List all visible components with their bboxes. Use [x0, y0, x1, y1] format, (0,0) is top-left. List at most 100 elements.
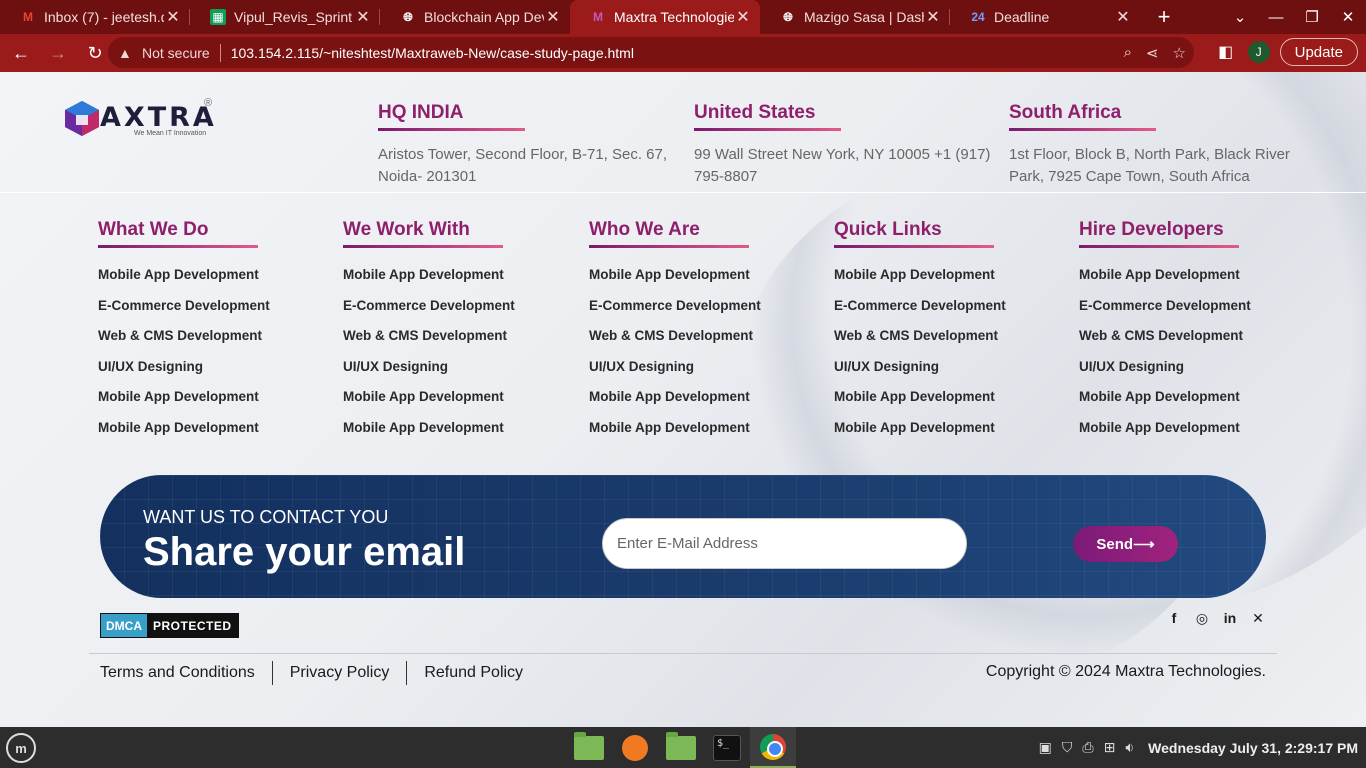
back-icon[interactable]: ← [5, 37, 37, 69]
mint-menu-icon[interactable]: m [6, 733, 36, 763]
reload-icon[interactable]: ↻ [79, 37, 111, 69]
tab-search-icon[interactable]: ⌄ [1222, 8, 1258, 26]
footer-link[interactable]: Mobile App Development [589, 418, 829, 449]
footer-link[interactable]: Mobile App Development [1079, 387, 1319, 418]
taskbar-firefox-app[interactable] [612, 727, 658, 768]
office-hq-india: HQ INDIA Aristos Tower, Second Floor, B-… [378, 102, 678, 188]
tab-gmail[interactable]: M Inbox (7) - jeetesh.qa ✕ [0, 0, 190, 34]
office-united-states: United States 99 Wall Street New York, N… [694, 102, 994, 188]
forward-icon[interactable]: → [42, 37, 74, 69]
tab-title: Maxtra Technologies [614, 9, 734, 25]
taskbar-files-app[interactable] [566, 727, 612, 768]
footer-link[interactable]: Mobile App Development [1079, 418, 1319, 449]
send-button[interactable]: Send⟶ [1073, 526, 1178, 562]
logo-cube-icon [65, 101, 99, 136]
footer-link[interactable]: Mobile App Development [589, 387, 829, 418]
footer-link[interactable]: E-Commerce Development [1079, 296, 1319, 327]
instagram-icon[interactable]: ◎ [1194, 609, 1210, 627]
maxtra-logo[interactable]: AXTRA ® We Mean IT Innovation [62, 97, 222, 139]
side-panel-icon[interactable]: ◧ [1214, 40, 1238, 64]
footer-link[interactable]: E-Commerce Development [589, 296, 829, 327]
tab-maxtra[interactable]: M Maxtra Technologies ✕ [570, 0, 760, 34]
tab-title: Mazigo Sasa | Dashbo [804, 9, 924, 25]
web-page: AXTRA ® We Mean IT Innovation HQ INDIA A… [0, 72, 1366, 727]
privacy-link[interactable]: Privacy Policy [290, 664, 390, 682]
close-icon[interactable]: ✕ [924, 7, 942, 27]
email-input[interactable] [602, 518, 967, 569]
maximize-icon[interactable]: ❐ [1294, 8, 1330, 26]
url-text[interactable]: 103.154.2.115/~niteshtest/Maxtraweb-New/… [231, 45, 634, 61]
footer-link[interactable]: Mobile App Development [834, 265, 1074, 296]
close-icon[interactable]: ✕ [544, 7, 562, 27]
new-tab-button[interactable]: + [1148, 0, 1180, 34]
tab-deadline[interactable]: 24 Deadline ✕ [950, 0, 1140, 34]
dmca-badge[interactable]: DMCA PROTECTED [100, 613, 239, 638]
footer-link[interactable]: Mobile App Development [343, 265, 583, 296]
x-icon[interactable]: ✕ [1250, 609, 1266, 627]
footer-link[interactable]: Mobile App Development [834, 418, 1074, 449]
title-underline [1009, 128, 1156, 131]
footer-link[interactable]: E-Commerce Development [98, 296, 338, 327]
footer-link[interactable]: UI/UX Designing [1079, 357, 1319, 388]
clock[interactable]: Wednesday July 31, 2:29:17 PM [1148, 740, 1358, 756]
footer-link[interactable]: E-Commerce Development [343, 296, 583, 327]
bookmark-star-icon[interactable]: ☆ [1173, 44, 1186, 62]
footer-link[interactable]: Mobile App Development [98, 387, 338, 418]
taskbar-apps: $_ [566, 727, 796, 768]
volume-icon[interactable]: 🔉︎ [1125, 739, 1134, 756]
browser-tab-strip: M Inbox (7) - jeetesh.qa ✕ ▦ Vipul_Revis… [0, 0, 1366, 34]
copyright-text: Copyright © 2024 Maxtra Technologies. [985, 663, 1266, 680]
social-links: f ◎ in ✕ [1166, 609, 1266, 627]
footer-link[interactable]: Web & CMS Development [1079, 326, 1319, 357]
footer-link[interactable]: Web & CMS Development [589, 326, 829, 357]
terms-link[interactable]: Terms and Conditions [100, 664, 255, 682]
printer-icon[interactable]: ⎙ [1082, 739, 1093, 756]
footer-link[interactable]: Mobile App Development [589, 265, 829, 296]
taskbar-files-app-2[interactable] [658, 727, 704, 768]
zoom-search-icon[interactable]: ⌕ [1124, 44, 1132, 62]
omnibox[interactable]: ▲ Not secure 103.154.2.115/~niteshtest/M… [108, 37, 1194, 68]
tab-sheets[interactable]: ▦ Vipul_Revis_Sprint Pl ✕ [190, 0, 380, 34]
footer-link[interactable]: Web & CMS Development [343, 326, 583, 357]
office-address: 99 Wall Street New York, NY 10005 +1 (91… [694, 146, 991, 185]
tab-title: Vipul_Revis_Sprint Pl [234, 9, 354, 25]
footer-link[interactable]: Mobile App Development [98, 265, 338, 296]
footer-link[interactable]: Web & CMS Development [98, 326, 338, 357]
title-underline [378, 128, 525, 131]
clipboard-icon[interactable]: ▣ [1039, 739, 1052, 756]
update-button[interactable]: Update [1279, 38, 1358, 66]
refund-link[interactable]: Refund Policy [424, 664, 523, 682]
tab-blockchain[interactable]: 🌐︎ Blockchain App Devel ✕ [380, 0, 570, 34]
registered-mark: ® [204, 97, 213, 109]
column-title: We Work With [343, 219, 470, 240]
footer-link[interactable]: Mobile App Development [1079, 265, 1319, 296]
network-icon[interactable]: ⊞ [1104, 739, 1116, 756]
footer-link[interactable]: Mobile App Development [343, 418, 583, 449]
dmca-badge-left: DMCA [101, 614, 147, 637]
footer-link[interactable]: Web & CMS Development [834, 326, 1074, 357]
footer-link[interactable]: E-Commerce Development [834, 296, 1074, 327]
tab-mazigo[interactable]: 🌐︎ Mazigo Sasa | Dashbo ✕ [760, 0, 950, 34]
minimize-icon[interactable]: — [1258, 9, 1294, 26]
profile-avatar[interactable]: J [1247, 41, 1270, 63]
close-icon[interactable]: ✕ [734, 7, 752, 27]
close-icon[interactable]: ✕ [354, 7, 372, 27]
footer-column-we-work-with: We Work With Mobile App Development E-Co… [343, 219, 583, 449]
footer-link[interactable]: Mobile App Development [343, 387, 583, 418]
footer-link[interactable]: Mobile App Development [834, 387, 1074, 418]
footer-link[interactable]: UI/UX Designing [343, 357, 583, 388]
facebook-icon[interactable]: f [1166, 609, 1182, 627]
footer-link[interactable]: Mobile App Development [98, 418, 338, 449]
close-icon[interactable]: ✕ [1114, 7, 1132, 27]
taskbar-chrome-app[interactable] [750, 727, 796, 768]
terminal-icon: $_ [713, 734, 741, 761]
footer-link[interactable]: UI/UX Designing [589, 357, 829, 388]
share-icon[interactable]: ⋖ [1146, 44, 1159, 62]
taskbar-terminal-app[interactable]: $_ [704, 727, 750, 768]
close-window-icon[interactable]: ✕ [1330, 8, 1366, 26]
close-icon[interactable]: ✕ [164, 7, 182, 27]
shield-icon[interactable]: ⛉ [1062, 739, 1073, 756]
linkedin-icon[interactable]: in [1222, 609, 1238, 627]
footer-link[interactable]: UI/UX Designing [834, 357, 1074, 388]
footer-link[interactable]: UI/UX Designing [98, 357, 338, 388]
